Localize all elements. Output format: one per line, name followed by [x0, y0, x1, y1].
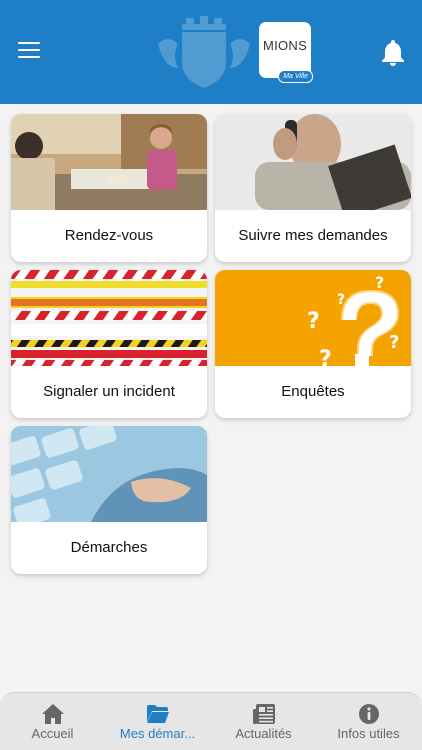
card-demarches[interactable]: Démarches: [11, 426, 207, 574]
card-label: Signaler un incident: [43, 383, 175, 400]
info-icon: [359, 704, 379, 724]
logo-tagline: Ma Ville: [278, 70, 313, 83]
reception-photo: [11, 114, 207, 210]
svg-text:?: ?: [319, 347, 332, 366]
svg-text:?: ?: [389, 332, 399, 353]
bottom-tab-bar: Accueil Mes démar... Actualités Infos ut…: [0, 692, 422, 750]
card-label: Rendez-vous: [64, 227, 154, 244]
svg-text:?: ?: [337, 292, 345, 308]
tab-label: Infos utiles: [337, 726, 400, 741]
card-enquetes[interactable]: ? ? ? ? ? Enquêtes: [215, 270, 411, 418]
folder-open-icon: [147, 705, 169, 723]
tab-infos-utiles[interactable]: Infos utiles: [316, 693, 421, 750]
card-label: Suivre mes demandes: [238, 227, 388, 244]
keyboard-photo: [11, 426, 207, 522]
notification-bell-icon[interactable]: [380, 38, 406, 66]
home-icon: [42, 704, 64, 724]
danger-tape-photo: [11, 270, 207, 366]
tab-label: Accueil: [31, 726, 74, 741]
tab-accueil[interactable]: Accueil: [0, 693, 105, 750]
svg-text:?: ?: [307, 309, 320, 334]
logo-title: MIONS: [262, 38, 308, 53]
phone-call-photo: [215, 114, 411, 210]
card-suivre-demandes[interactable]: Suivre mes demandes: [215, 114, 411, 262]
card-rendez-vous[interactable]: Rendez-vous: [11, 114, 207, 262]
card-label: Enquêtes: [281, 383, 345, 400]
app-header: MIONS Ma Ville: [0, 0, 422, 104]
tab-label: Actualités: [235, 726, 292, 741]
tab-label: Mes démar...: [119, 726, 196, 741]
tab-actualites[interactable]: Actualités: [211, 693, 316, 750]
app-logo: MIONS Ma Ville: [259, 22, 313, 83]
card-signaler-incident[interactable]: Signaler un incident: [11, 270, 207, 418]
question-marks-illustration: ? ? ? ? ?: [215, 270, 411, 366]
svg-text:?: ?: [375, 273, 384, 292]
tab-mes-demarches[interactable]: Mes démar...: [105, 693, 210, 750]
city-crest-watermark: [158, 16, 250, 88]
menu-icon[interactable]: [18, 42, 40, 62]
card-label: Démarches: [70, 539, 148, 556]
newspaper-icon: [253, 704, 275, 724]
